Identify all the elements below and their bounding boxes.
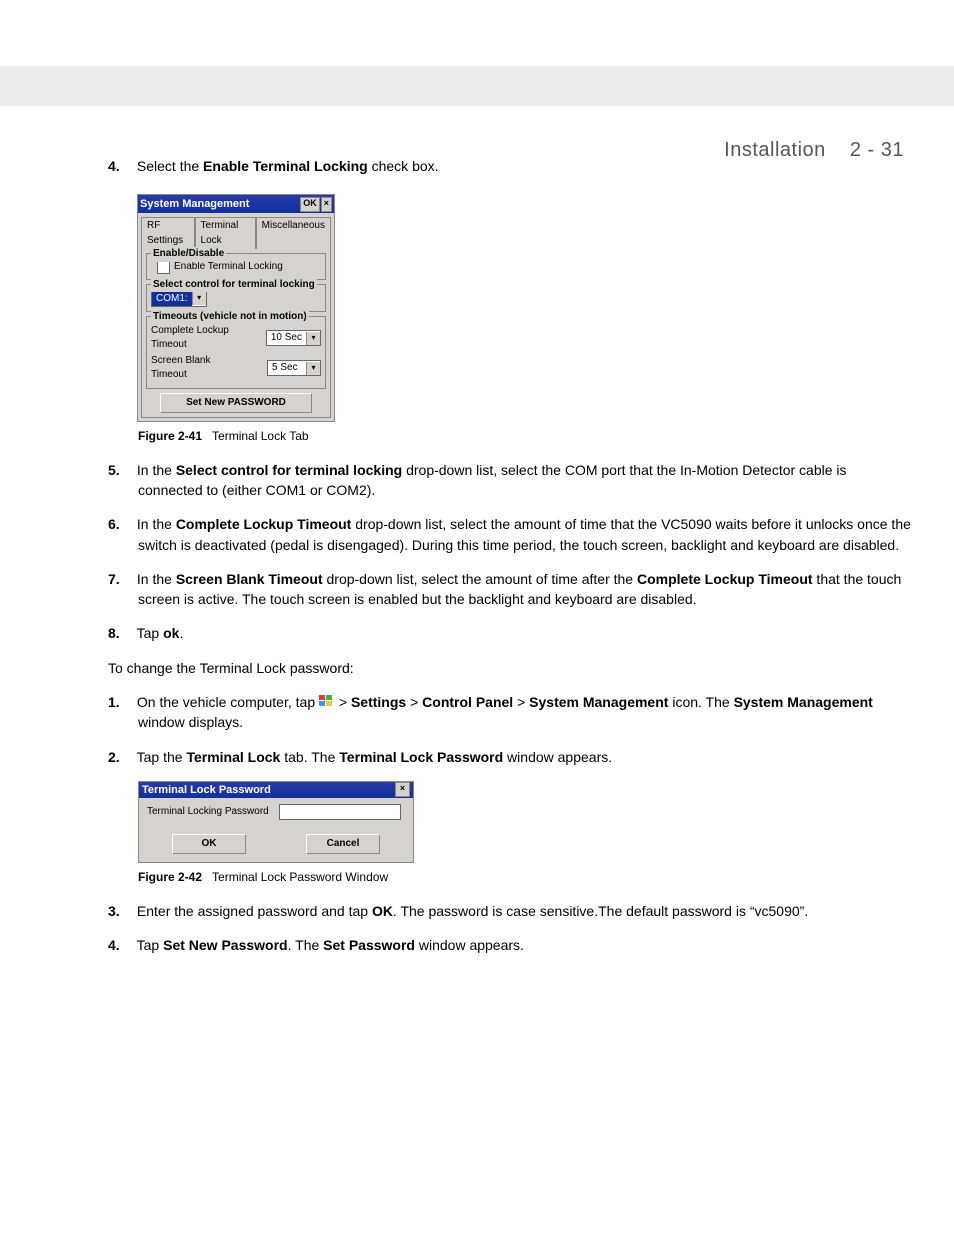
tab-miscellaneous[interactable]: Miscellaneous bbox=[256, 217, 331, 249]
complete-lockup-dropdown[interactable]: 10 Sec ▾ bbox=[266, 330, 321, 346]
password-label: Terminal Locking Password bbox=[147, 805, 269, 820]
titlebar: System Management OK × bbox=[138, 195, 334, 213]
tab-rf-settings[interactable]: RF Settings bbox=[141, 217, 195, 249]
button-row: OK Cancel bbox=[147, 834, 405, 855]
chevron-down-icon: ▾ bbox=[306, 332, 320, 345]
step-5: 5. In the Select control for terminal lo… bbox=[138, 460, 912, 501]
terminal-lock-password-window: Terminal Lock Password × Terminal Lockin… bbox=[138, 781, 414, 864]
tab-strip: RF Settings Terminal Lock Miscellaneous bbox=[138, 213, 334, 248]
windows-start-icon bbox=[319, 695, 335, 709]
com-port-dropdown[interactable]: COM1: ▾ bbox=[151, 291, 207, 307]
step-7: 7. In the Screen Blank Timeout drop-down… bbox=[138, 569, 912, 610]
step-6: 6. In the Complete Lockup Timeout drop-d… bbox=[138, 514, 912, 555]
window-body: Terminal Locking Password OK Cancel bbox=[139, 798, 413, 863]
tab-terminal-lock[interactable]: Terminal Lock bbox=[195, 217, 256, 249]
password-row: Terminal Locking Password bbox=[147, 804, 405, 820]
ok-button[interactable]: OK bbox=[300, 197, 320, 212]
terminal-lock-panel: Enable/Disable Enable Terminal Locking S… bbox=[141, 248, 331, 418]
group-select-control: Select control for terminal locking COM1… bbox=[146, 284, 326, 312]
chevron-down-icon: ▾ bbox=[192, 292, 206, 305]
page-header-bar bbox=[0, 66, 954, 106]
figure-2-41-caption: Figure 2-41 Terminal Lock Tab bbox=[138, 428, 912, 445]
system-management-window: System Management OK × RF Settings Termi… bbox=[137, 194, 335, 422]
row-screen-blank: Screen Blank Timeout 5 Sec ▾ bbox=[151, 354, 321, 383]
group-timeouts: Timeouts (vehicle not in motion) Complet… bbox=[146, 316, 326, 389]
pwd-step-4: 4. Tap Set New Password. The Set Passwor… bbox=[138, 935, 912, 955]
chevron-down-icon: ▾ bbox=[306, 362, 320, 375]
window-title: Terminal Lock Password bbox=[142, 782, 395, 798]
group-enable-disable: Enable/Disable Enable Terminal Locking bbox=[146, 253, 326, 280]
titlebar: Terminal Lock Password × bbox=[139, 782, 413, 798]
to-change-password: To change the Terminal Lock password: bbox=[108, 658, 912, 678]
figure-2-42-caption: Figure 2-42 Terminal Lock Password Windo… bbox=[138, 869, 912, 886]
header-section: 2 - 31 bbox=[850, 139, 904, 161]
checkbox-icon bbox=[157, 261, 170, 274]
window-title: System Management bbox=[140, 195, 299, 213]
pwd-step-2: 2. Tap the Terminal Lock tab. The Termin… bbox=[138, 747, 912, 767]
close-icon[interactable]: × bbox=[395, 782, 410, 797]
row-complete-lockup: Complete Lockup Timeout 10 Sec ▾ bbox=[151, 324, 321, 353]
set-new-password-button[interactable]: Set New PASSWORD bbox=[160, 393, 312, 414]
screen-blank-dropdown[interactable]: 5 Sec ▾ bbox=[267, 360, 321, 376]
ok-button[interactable]: OK bbox=[172, 834, 246, 855]
password-field[interactable] bbox=[279, 804, 401, 820]
pwd-step-3: 3. Enter the assigned password and tap O… bbox=[138, 901, 912, 921]
close-icon[interactable]: × bbox=[321, 197, 332, 212]
page-header: Installation 2 - 31 bbox=[724, 136, 904, 165]
pwd-step-1: 1. On the vehicle computer, tap > Settin… bbox=[138, 692, 912, 733]
enable-terminal-locking-checkbox[interactable]: Enable Terminal Locking bbox=[151, 260, 321, 275]
cancel-button[interactable]: Cancel bbox=[306, 834, 380, 855]
step-8: 8. Tap ok. bbox=[138, 623, 912, 643]
header-title: Installation bbox=[724, 139, 826, 161]
